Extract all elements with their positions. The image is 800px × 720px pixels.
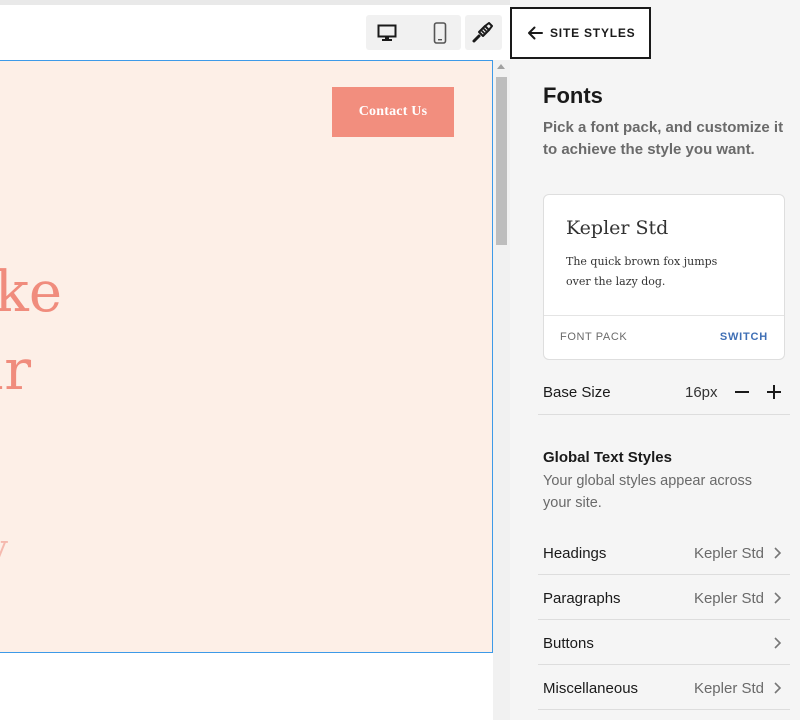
scroll-thumb[interactable] (496, 77, 507, 245)
font-pack-sample: The quick brown fox jumps over the lazy … (566, 255, 718, 288)
style-row-paragraphs[interactable]: Paragraphs Kepler Std (538, 575, 790, 620)
style-row-value: Kepler Std (693, 590, 764, 607)
switch-font-pack-link[interactable]: SWITCH (720, 331, 768, 343)
global-text-styles-description: Your global styles appear across your si… (543, 473, 753, 511)
site-styles-panel: SITE STYLES Fonts Pick a font pack, and … (510, 0, 800, 720)
design-mode-group (465, 15, 502, 50)
site-styles-back-button[interactable]: SITE STYLES (510, 7, 651, 59)
device-toggle-group (366, 15, 461, 50)
font-pack-card[interactable]: Kepler Std The quick brown fox jumps ove… (543, 194, 785, 360)
scroll-up-arrow[interactable] (497, 64, 505, 69)
style-row-buttons[interactable]: Buttons (538, 620, 790, 665)
style-row-label: Miscellaneous (543, 680, 639, 697)
mobile-view-button[interactable] (423, 15, 457, 50)
hero-heading-line-1: ke (0, 260, 62, 325)
base-size-value: 16px (685, 384, 718, 401)
below-canvas-area (0, 653, 493, 720)
paintbrush-icon (472, 21, 493, 42)
style-row-value: Kepler Std (693, 680, 764, 697)
arrow-left-icon (528, 26, 543, 40)
editor-area: Contact Us ke ur y (0, 0, 510, 720)
chevron-right-icon (774, 682, 782, 694)
canvas-scrollbar[interactable] (493, 60, 510, 720)
plus-icon[interactable] (764, 382, 784, 402)
desktop-view-button[interactable] (370, 15, 404, 50)
chevron-right-icon (774, 547, 782, 559)
desktop-icon (377, 24, 397, 41)
base-size-label: Base Size (543, 384, 611, 401)
base-size-row: Base Size 16px (538, 371, 790, 415)
minus-icon[interactable] (732, 382, 752, 402)
back-button-label: SITE STYLES (550, 26, 636, 40)
style-row-label: Buttons (543, 635, 594, 652)
hero-heading-line-2: ur (0, 338, 31, 403)
font-pack-label: FONT PACK (560, 331, 628, 343)
global-text-styles-title: Global Text Styles (543, 449, 672, 466)
mobile-icon (433, 21, 447, 44)
hero-subtext-fragment: y (0, 531, 8, 567)
contact-us-button[interactable]: Contact Us (332, 87, 454, 137)
panel-description: Pick a font pack, and customize it to ac… (543, 119, 784, 158)
editor-toolbar (0, 5, 510, 60)
style-row-headings[interactable]: Headings Kepler Std (538, 530, 790, 575)
chevron-right-icon (774, 637, 782, 649)
style-row-value: Kepler Std (693, 545, 764, 562)
style-row-label: Headings (543, 545, 607, 562)
page-canvas[interactable]: Contact Us ke ur y (0, 60, 493, 653)
chevron-right-icon (774, 592, 782, 604)
font-pack-name: Kepler Std (566, 217, 669, 239)
design-button[interactable] (465, 15, 499, 50)
panel-title: Fonts (543, 83, 603, 108)
style-row-label: Paragraphs (543, 590, 621, 607)
font-pack-footer: FONT PACK SWITCH (544, 315, 784, 359)
style-row-miscellaneous[interactable]: Miscellaneous Kepler Std (538, 665, 790, 710)
